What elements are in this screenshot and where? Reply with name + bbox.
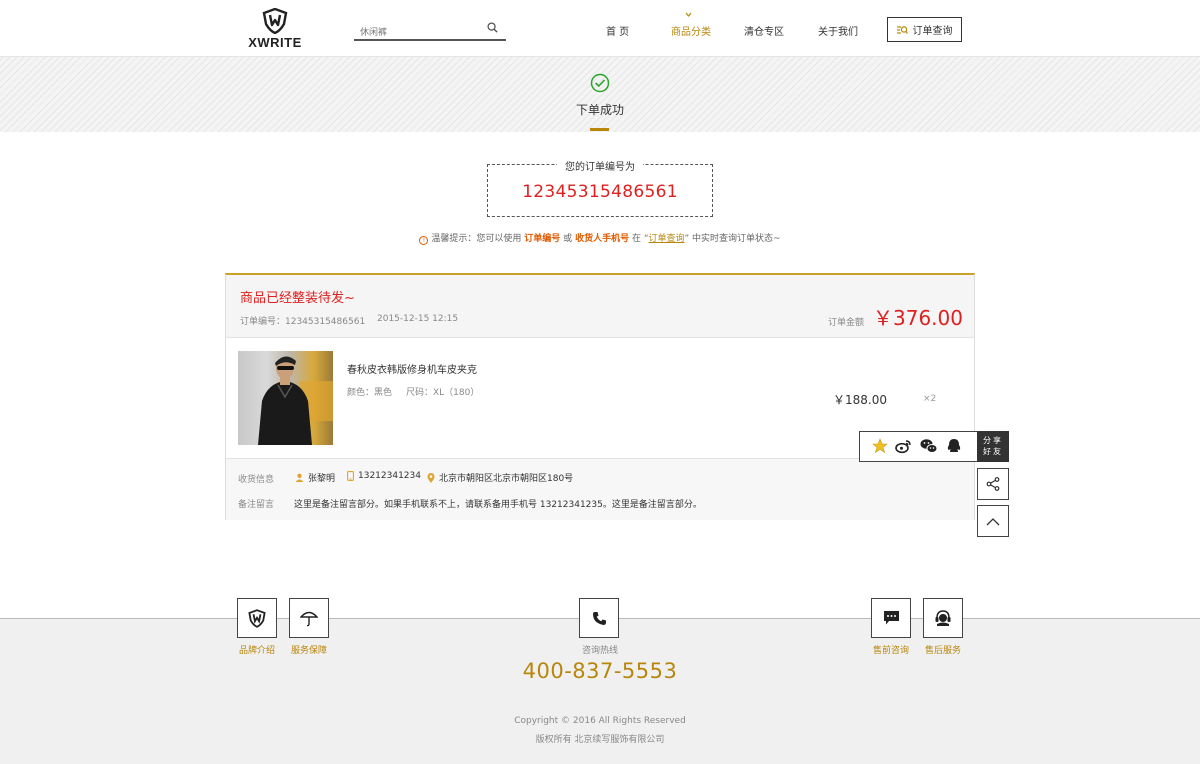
order-number-box: 您的订单编号为 12345315486561 [487, 162, 713, 217]
customer-service-icon [935, 610, 951, 626]
success-banner [0, 56, 1200, 132]
shield-logo-icon [262, 8, 288, 34]
brand-logo[interactable]: XWRITE [242, 8, 308, 52]
product-name[interactable]: 春秋皮衣韩版修身机车皮夹克 [347, 361, 477, 376]
order-query-button[interactable]: 订单查询 [887, 17, 962, 42]
product-quantity: ×2 [923, 394, 937, 404]
company-name: 版权所有 北京续写服饰有限公司 [535, 735, 665, 745]
presale-button[interactable] [871, 598, 911, 638]
order-amount: ￥376.00 [873, 306, 963, 330]
site-header: XWRITE 首 页 商品分类 清仓专区 关于我们 订单查询 [0, 0, 1200, 56]
chevron-down-icon [685, 12, 692, 17]
warning-icon: ! [419, 236, 429, 245]
chat-icon [883, 611, 899, 625]
presale-label[interactable]: 售前咨询 [861, 643, 921, 656]
order-amount-label: 订单金额 [828, 318, 865, 328]
aftersale-button[interactable] [923, 598, 963, 638]
back-to-top-button[interactable] [977, 505, 1009, 537]
nav-categories[interactable]: 商品分类 [671, 23, 711, 38]
phone-icon [592, 611, 606, 625]
wechat-icon[interactable] [920, 438, 938, 454]
receiver-address: 北京市朝阳区北京市朝阳区180号 [427, 471, 573, 484]
share-button[interactable] [977, 468, 1009, 500]
product-photo-icon [258, 356, 333, 445]
order-time: 2015-12-15 12:15 [377, 314, 459, 324]
location-icon [427, 472, 435, 483]
order-number-line: 订单编号：12345315486561 [240, 317, 366, 327]
brand-intro-button[interactable] [237, 598, 277, 638]
order-number: 12345315486561 [522, 182, 678, 202]
logo-text: XWRITE [248, 35, 302, 50]
remark-label: 备注留言 [238, 500, 275, 510]
qq-icon[interactable] [947, 438, 961, 454]
order-number-label: 您的订单编号为 [557, 162, 643, 173]
title-underline [590, 128, 609, 131]
order-query-label: 订单查询 [912, 26, 953, 37]
order-card-header: 商品已经整装待发~ 订单编号：12345315486561 2015-12-15… [226, 275, 974, 338]
check-circle-icon [590, 73, 610, 93]
nav-about[interactable]: 关于我们 [818, 23, 858, 38]
nav-home[interactable]: 首 页 [606, 23, 629, 38]
product-price: ￥188.00 [833, 393, 887, 407]
shield-icon [248, 608, 266, 628]
order-card: 商品已经整装待发~ 订单编号：12345315486561 2015-12-15… [225, 273, 975, 520]
share-friends-label[interactable]: 分享 好友 [977, 431, 1009, 462]
hotline-label: 咨询热线 [581, 646, 618, 656]
receiver-name: 张黎明 [295, 471, 335, 484]
product-color: 颜色：黑色 [347, 388, 393, 398]
aftersale-label[interactable]: 售后服务 [913, 643, 973, 656]
product-image[interactable] [238, 351, 333, 445]
receiver-label: 收货信息 [238, 475, 275, 485]
search-box [354, 20, 506, 42]
tip-line: ! 温馨提示：您可以使用 订单编号 或 收货人手机号 在 “订单查询” 中实时查询… [0, 231, 1200, 245]
remark-text: 这里是备注留言部分。如果手机联系不上，请联系备用手机号 13212341235。… [294, 500, 702, 510]
hotline-number[interactable]: 400-837-5553 [0, 659, 1200, 683]
search-icon[interactable] [487, 22, 498, 33]
user-icon [295, 473, 304, 482]
copyright: Copyright © 2016 All Rights Reserved [514, 716, 686, 726]
tip-phone: 收货人手机号 [575, 234, 630, 244]
success-title: 下单成功 [575, 103, 624, 117]
share-icon [986, 477, 1000, 491]
star-icon[interactable] [872, 438, 888, 454]
umbrella-icon [300, 611, 318, 627]
receiver-phone: 13212341234 [347, 471, 421, 481]
delivery-info: 收货信息 张黎明 13212341234 北京市朝阳区北京市朝阳区180号 备注… [226, 458, 974, 520]
product-size: 尺码：XL（180） [406, 388, 480, 398]
search-input[interactable] [354, 24, 474, 42]
nav-clearance[interactable]: 清仓专区 [744, 23, 784, 38]
tip-order-query-link[interactable]: 订单查询 [649, 234, 685, 244]
service-guarantee-button[interactable] [289, 598, 329, 638]
order-status: 商品已经整装待发~ [240, 291, 355, 306]
order-search-icon [896, 25, 908, 34]
hotline-button[interactable] [579, 598, 619, 638]
tip-order-number: 订单编号 [524, 234, 561, 244]
share-bar: 分享 好友 [859, 431, 1009, 462]
chevron-up-icon [986, 517, 1000, 525]
phone-icon [347, 471, 354, 481]
weibo-icon[interactable] [895, 438, 912, 454]
